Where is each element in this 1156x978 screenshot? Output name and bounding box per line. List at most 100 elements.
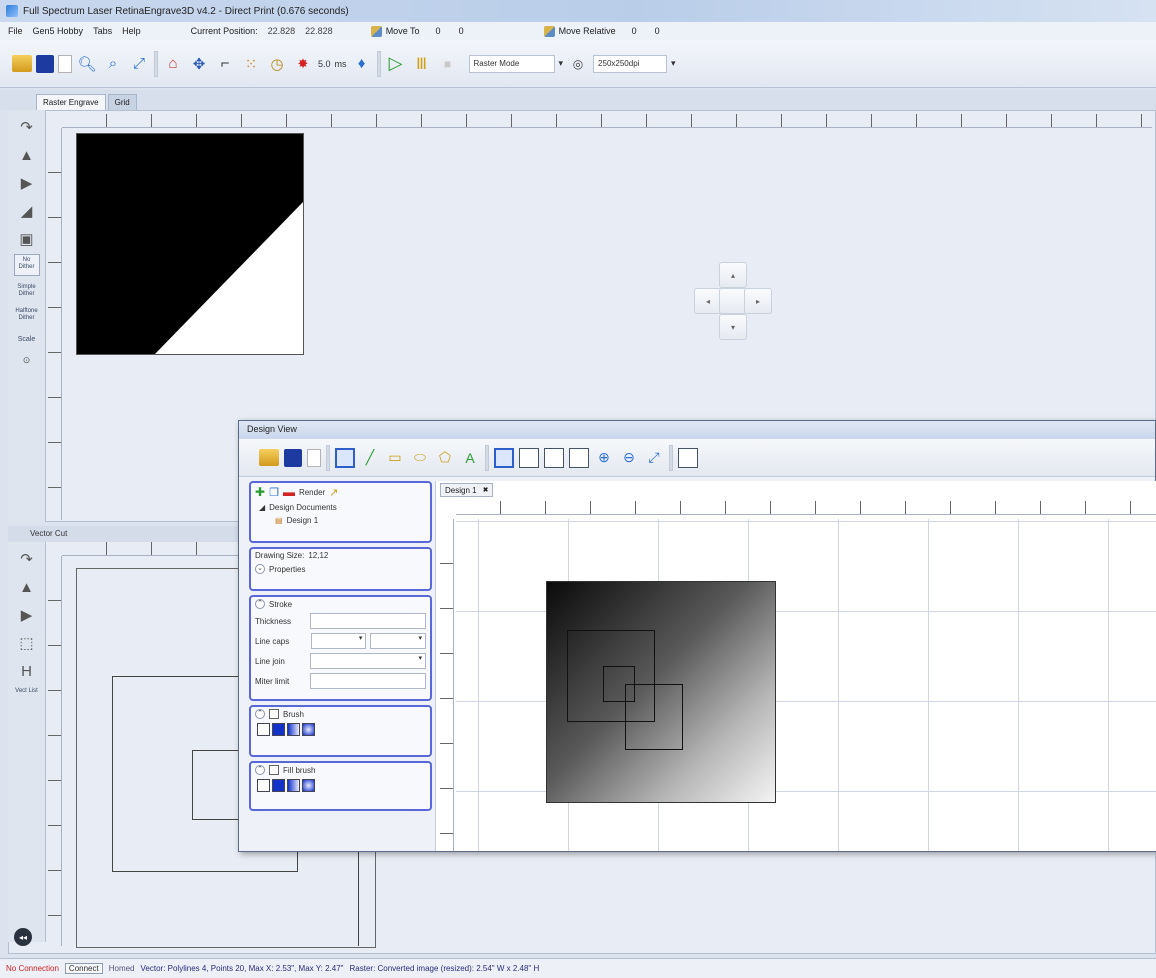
document-tab-design-1[interactable]: Design 1 ✖ xyxy=(440,483,494,497)
dv-stroke-only-icon[interactable] xyxy=(494,447,514,468)
line-caps-start-select[interactable]: ▾ xyxy=(310,633,367,649)
thickness-field[interactable] xyxy=(310,613,426,629)
no-dither-button[interactable]: No Dither xyxy=(13,254,40,276)
dv-text-tool-icon[interactable]: A xyxy=(460,448,480,468)
menu-tabs[interactable]: Tabs xyxy=(93,26,112,36)
laser-fire-icon[interactable]: ✸ xyxy=(292,53,314,75)
play-icon[interactable]: ▷ xyxy=(385,53,407,75)
jog-left-button[interactable]: ◂ xyxy=(694,288,722,314)
crop-icon[interactable]: ▣ xyxy=(15,228,39,250)
vector-select-icon[interactable]: ⬚ xyxy=(15,632,39,654)
render-icon[interactable]: ↗ xyxy=(329,486,338,499)
menu-gen5-hobby[interactable]: Gen5 Hobby xyxy=(33,26,84,36)
vector-rotate-icon[interactable]: ↷ xyxy=(15,548,39,570)
dotted-frame-icon[interactable]: ⁙ xyxy=(240,53,262,75)
dv-zoom-out-icon[interactable]: ⊖ xyxy=(619,448,639,468)
line-caps-end-select[interactable]: ▾ xyxy=(370,633,426,649)
move-to-y-field[interactable]: 0 xyxy=(459,26,464,36)
dv-zoom-in-icon[interactable]: ⊕ xyxy=(594,448,614,468)
vector-h-icon[interactable]: H xyxy=(15,660,39,682)
jog-right-button[interactable]: ▸ xyxy=(744,288,772,314)
tree-item-design-1[interactable]: ▤ Design 1 xyxy=(251,514,430,527)
move-relative-icon[interactable] xyxy=(543,25,555,37)
menu-file[interactable]: File xyxy=(8,26,23,36)
move-to-icon[interactable] xyxy=(370,25,382,37)
save-icon[interactable] xyxy=(36,54,54,73)
stroke-header[interactable]: ⌃ Stroke xyxy=(251,597,430,611)
zoom-in-icon[interactable]: 🔍︎ xyxy=(76,53,98,75)
corner-icon[interactable]: ⌐ xyxy=(214,53,236,75)
menu-help[interactable]: Help xyxy=(122,26,141,36)
zoom-fit-icon[interactable]: ⤢ xyxy=(128,53,150,75)
close-tab-icon[interactable]: ✖ xyxy=(483,486,489,494)
miter-limit-field[interactable] xyxy=(310,673,426,689)
dv-select-image-icon[interactable] xyxy=(544,447,564,468)
dv-frame-icon[interactable] xyxy=(678,447,698,468)
dv-no-fill-icon[interactable] xyxy=(519,447,539,468)
inner-square-3[interactable] xyxy=(625,684,683,750)
fill-none-swatch[interactable] xyxy=(257,779,270,792)
home-icon[interactable]: ⌂ xyxy=(162,53,184,75)
rotate-icon[interactable]: ↷ xyxy=(15,116,39,138)
move-relative-x-field[interactable]: 0 xyxy=(632,26,637,36)
dv-rectangle-tool-icon[interactable]: ▭ xyxy=(385,448,405,468)
jog-down-button[interactable]: ▾ xyxy=(719,314,747,340)
raster-image[interactable] xyxy=(76,133,304,355)
dv-save-icon[interactable] xyxy=(284,448,302,467)
simple-dither-button[interactable]: Simple Dither xyxy=(14,284,40,298)
pause-icon[interactable]: Ⅲ xyxy=(411,53,433,75)
brush-expander-icon[interactable]: ⌃ xyxy=(255,709,265,719)
mode-dropdown-arrow[interactable]: ▾ xyxy=(559,58,564,69)
move-to-x-field[interactable]: 0 xyxy=(436,26,441,36)
rewind-button[interactable]: ◂◂ xyxy=(14,928,32,946)
vector-list-button[interactable]: Vect List xyxy=(14,688,40,695)
brush-radial-swatch[interactable] xyxy=(302,723,315,736)
resolution-select[interactable]: 250x250dpi xyxy=(593,54,668,73)
brush-gradient-swatch[interactable] xyxy=(287,723,300,736)
zoom-out-icon[interactable]: ⌕ xyxy=(102,53,124,75)
mode-select[interactable]: Raster Mode xyxy=(468,54,555,73)
move-to-button[interactable]: Move To xyxy=(386,26,420,36)
open-folder-icon[interactable] xyxy=(12,55,32,72)
dv-open-folder-icon[interactable] xyxy=(259,449,279,466)
jog-up-button[interactable]: ▴ xyxy=(719,262,747,288)
tree-root[interactable]: ◢ Design Documents xyxy=(251,501,430,514)
vector-flip-horizontal-icon[interactable]: ▶ xyxy=(15,604,39,626)
halftone-dither-button[interactable]: Halftone Dither xyxy=(14,308,40,322)
flip-horizontal-icon[interactable]: ▶ xyxy=(15,172,39,194)
stroke-expander-icon[interactable]: ⌃ xyxy=(255,599,265,609)
tab-grid[interactable]: Grid xyxy=(107,94,137,110)
clock-icon[interactable]: ◷ xyxy=(266,53,288,75)
tree-expander-icon[interactable]: ◢ xyxy=(259,503,265,512)
dv-ellipse-tool-icon[interactable]: ⬭ xyxy=(410,448,430,468)
brush-none-swatch[interactable] xyxy=(257,723,270,736)
invert-icon[interactable]: ◢ xyxy=(15,200,39,222)
connect-button[interactable]: Connect xyxy=(64,963,103,974)
copy-document-icon[interactable]: ❐ xyxy=(269,486,279,499)
air-assist-icon[interactable]: ♦ xyxy=(351,53,373,75)
properties-expander-icon[interactable]: ⌄ xyxy=(255,564,265,574)
fill-gradient-swatch[interactable] xyxy=(287,779,300,792)
fill-solid-swatch[interactable] xyxy=(272,779,285,792)
fill-radial-swatch[interactable] xyxy=(302,779,315,792)
jog-home-button[interactable] xyxy=(719,288,747,314)
flip-vertical-icon[interactable]: ▲ xyxy=(15,144,39,166)
resolution-dropdown-arrow[interactable]: ▾ xyxy=(671,58,676,69)
dv-polygon-tool-icon[interactable]: ⬠ xyxy=(435,448,455,468)
fill-brush-checkbox[interactable] xyxy=(269,765,279,775)
dv-select-tool-icon[interactable] xyxy=(335,447,355,468)
power-value[interactable]: 5.0 xyxy=(318,59,331,69)
move-relative-button[interactable]: Move Relative xyxy=(559,26,616,36)
dv-zoom-fit-icon[interactable]: ⤢ xyxy=(644,448,664,468)
vector-flip-vertical-icon[interactable]: ▲ xyxy=(15,576,39,598)
render-button[interactable]: Render xyxy=(299,488,325,497)
new-document-icon[interactable] xyxy=(58,54,72,73)
gradient-square-shape[interactable] xyxy=(546,581,776,803)
dv-new-document-icon[interactable] xyxy=(307,448,321,467)
stop-icon[interactable]: ■ xyxy=(437,53,459,75)
move-arrows-icon[interactable]: ✥ xyxy=(188,53,210,75)
target-icon[interactable]: ◎ xyxy=(567,53,589,75)
design-canvas[interactable] xyxy=(456,519,1156,851)
scale-reset-icon[interactable]: ⊙ xyxy=(15,349,39,371)
add-document-icon[interactable]: ✚ xyxy=(255,485,265,499)
